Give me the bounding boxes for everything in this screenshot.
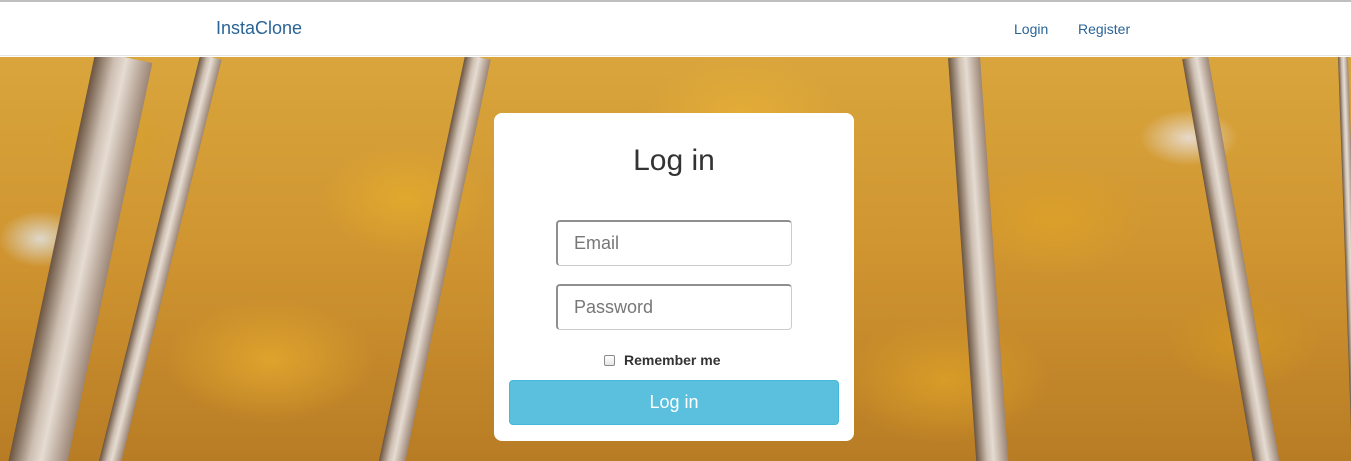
password-field[interactable] bbox=[556, 284, 792, 330]
tree-trunk bbox=[948, 57, 1010, 461]
tree-trunk bbox=[1182, 57, 1281, 461]
email-field[interactable] bbox=[556, 220, 792, 266]
nav-login-link[interactable]: Login bbox=[1014, 20, 1048, 38]
remember-me-row[interactable]: Remember me bbox=[604, 351, 721, 369]
login-card: Log in Remember me Log in bbox=[494, 113, 854, 441]
tree-trunk bbox=[377, 57, 491, 461]
brand-link[interactable]: InstaClone bbox=[216, 17, 302, 39]
tree-trunk bbox=[1338, 57, 1351, 461]
top-navbar: InstaClone Login Register bbox=[0, 2, 1351, 56]
nav-register-link[interactable]: Register bbox=[1078, 20, 1130, 38]
remember-me-checkbox[interactable] bbox=[604, 354, 615, 366]
remember-me-label[interactable]: Remember me bbox=[624, 352, 721, 368]
login-submit-button[interactable]: Log in bbox=[509, 380, 839, 425]
page-title: Log in bbox=[633, 144, 715, 177]
